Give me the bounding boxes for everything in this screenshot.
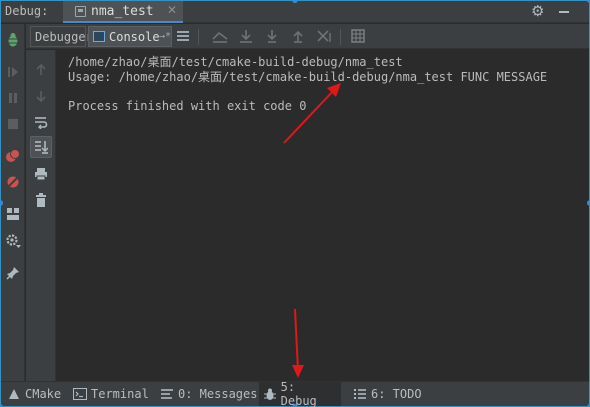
arrow-down-icon[interactable] (33, 88, 49, 104)
step-over-icon[interactable] (238, 28, 254, 44)
messages-icon (160, 387, 174, 401)
tool-window-label: CMake (25, 387, 62, 401)
arrow-up-icon[interactable] (33, 62, 49, 78)
pin-icon[interactable] (5, 265, 21, 281)
tool-window-cmake[interactable]: CMake (3, 382, 65, 406)
toolbar-separator (340, 29, 341, 45)
tool-window-messages[interactable]: 0: Messages (156, 382, 261, 406)
gear-icon[interactable]: ⚙ (531, 2, 544, 20)
console-line: Process finished with exit code 0 (68, 98, 307, 113)
restore-layout-icon[interactable] (5, 206, 21, 222)
tool-window-todo[interactable]: 6: TODO (349, 382, 426, 406)
rerun-debug-icon[interactable] (5, 32, 21, 48)
debug-actions-toolbar (1, 24, 25, 381)
console-line: Usage: /home/zhao/桌面/test/cmake-build-de… (68, 69, 548, 84)
resume-icon[interactable] (5, 64, 21, 80)
print-icon[interactable] (33, 166, 49, 182)
pause-icon[interactable] (5, 90, 21, 106)
step-out-icon[interactable] (290, 28, 306, 44)
tab-debugger[interactable]: Debugger (30, 26, 93, 47)
console-line: /home/zhao/桌面/test/cmake-build-debug/nma… (68, 55, 403, 69)
tool-window-label: 6: TODO (371, 387, 422, 401)
tab-console-label: Console (109, 30, 160, 44)
hide-icon[interactable] (559, 11, 569, 13)
scroll-to-end-icon[interactable] (30, 136, 52, 158)
run-config-tab[interactable]: nma_test ✕ (63, 1, 183, 23)
trash-icon[interactable] (33, 192, 49, 208)
console-pin-icon: →* (159, 31, 172, 42)
tool-window-label: Terminal (91, 387, 149, 401)
soft-wrap-icon[interactable] (33, 114, 49, 130)
show-execution-point-icon[interactable] (212, 28, 228, 44)
stop-icon[interactable] (5, 116, 21, 132)
run-config-tab-label: nma_test (91, 4, 154, 19)
cmake-icon (7, 387, 21, 401)
debugger-tabs-row: Debugger Console →* (26, 24, 589, 49)
run-to-cursor-icon[interactable] (316, 28, 332, 44)
settings-icon[interactable] (5, 233, 21, 249)
tool-window-bar: CMake Terminal 0: Messages 5: Debug 6: T… (1, 380, 589, 407)
run-config-icon (75, 6, 86, 17)
tab-console[interactable]: Console →* (88, 26, 172, 47)
todo-icon (353, 387, 367, 401)
console-icon (93, 31, 105, 42)
evaluate-expression-icon[interactable] (350, 28, 366, 44)
tool-window-terminal[interactable]: Terminal (69, 382, 153, 406)
bug-icon (263, 387, 277, 401)
console-actions-toolbar (26, 50, 56, 381)
tool-window-debug[interactable]: 5: Debug (259, 380, 341, 407)
view-breakpoints-icon[interactable] (5, 148, 21, 164)
terminal-icon (73, 387, 87, 401)
mute-breakpoints-icon[interactable] (5, 174, 21, 190)
debug-title-bar: Debug: nma_test ✕ ⚙ (1, 1, 589, 23)
tool-window-label: 0: Messages (178, 387, 258, 401)
console-output[interactable]: /home/zhao/桌面/test/cmake-build-debug/nma… (57, 50, 589, 381)
toolbar-separator (198, 29, 199, 45)
step-into-icon[interactable] (264, 28, 280, 44)
debug-panel-label: Debug: (5, 4, 49, 18)
close-icon[interactable]: ✕ (167, 3, 177, 17)
tool-window-label: 5: Debug (280, 380, 317, 407)
tab-list-icon[interactable] (177, 31, 189, 41)
